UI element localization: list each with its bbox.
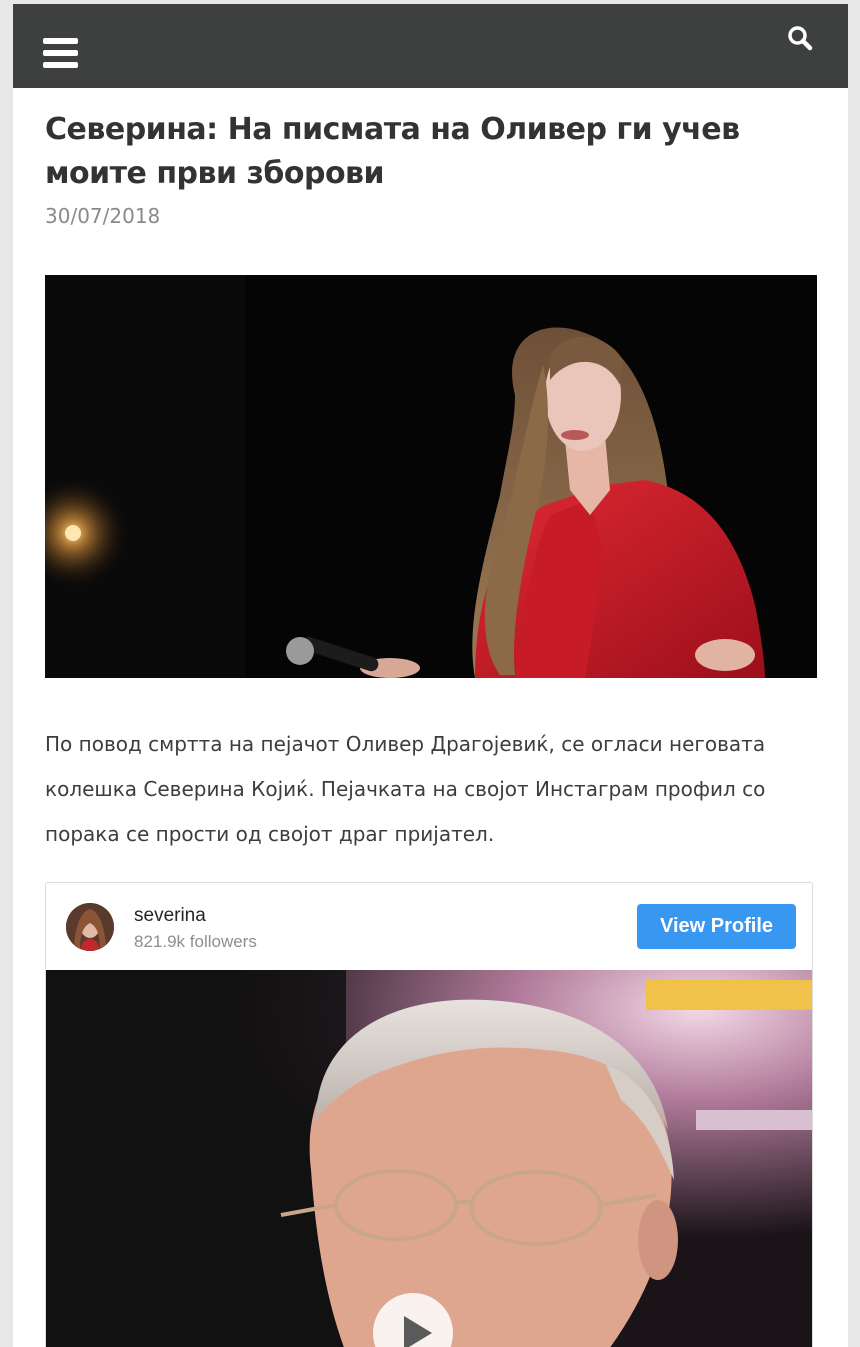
- article-date: 30/07/2018: [45, 204, 161, 228]
- search-icon[interactable]: [787, 25, 813, 51]
- article-body: По повод смртта на пејачот Оливер Драгој…: [45, 732, 766, 846]
- play-icon[interactable]: [368, 1288, 458, 1347]
- article-title: Северина: На писмата на Оливер ги учев м…: [45, 112, 740, 191]
- avatar[interactable]: [66, 903, 114, 951]
- instagram-username[interactable]: severina: [134, 905, 206, 927]
- top-nav-bar: [13, 4, 848, 88]
- hamburger-menu-icon[interactable]: [43, 38, 79, 70]
- page: Северина: На писмата на Оливер ги учев м…: [13, 4, 848, 1347]
- instagram-followers: 821.9k followers: [134, 932, 257, 951]
- instagram-embed: severina 821.9k followers View Profile: [45, 882, 813, 1347]
- instagram-video[interactable]: [46, 970, 812, 1347]
- view-profile-button[interactable]: View Profile: [637, 904, 796, 949]
- article-hero-image: [45, 275, 817, 678]
